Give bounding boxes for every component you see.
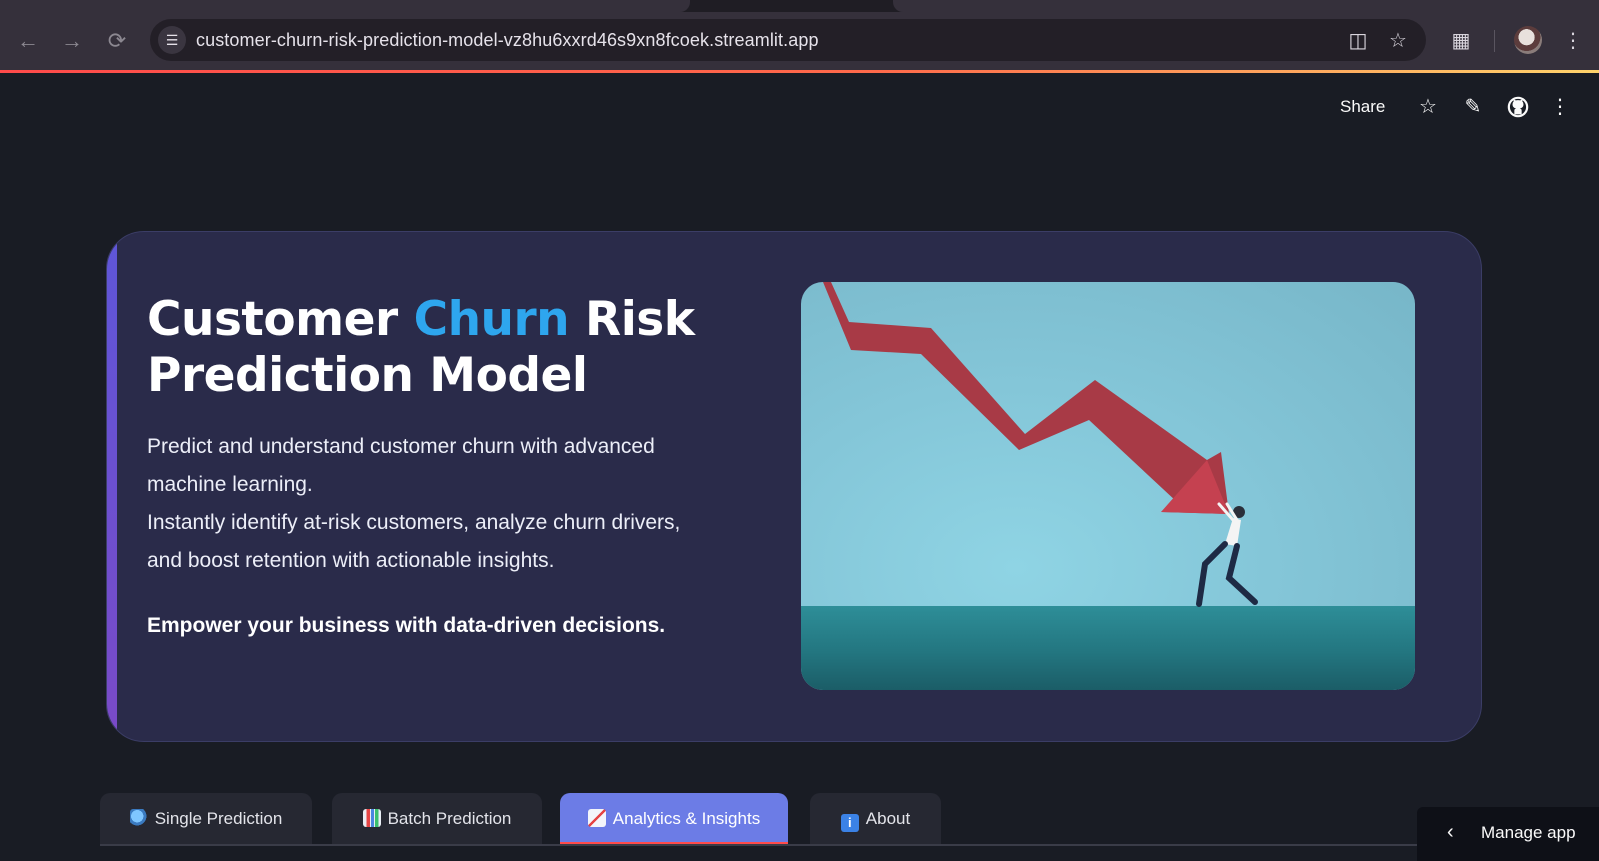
info-icon: i: [840, 814, 859, 832]
site-info-icon[interactable]: ☰: [158, 26, 186, 54]
churn-illustration: [801, 282, 1415, 690]
toolbar-divider: [1494, 30, 1495, 52]
falling-arrow-graphic: [823, 282, 1258, 607]
app-header: Share ☆ ✎ ⋮: [0, 73, 1599, 143]
back-icon[interactable]: ←: [13, 26, 43, 56]
browser-tab[interactable]: [893, 0, 1599, 12]
hero-tagline: Empower your business with data-driven d…: [147, 614, 666, 637]
title-highlight: Churn: [413, 292, 570, 347]
manage-app-label: Manage app: [1481, 823, 1576, 842]
install-app-icon[interactable]: ◫: [1346, 29, 1370, 53]
hero-description: Predict and understand customer churn wi…: [147, 428, 707, 580]
tab-label: About: [865, 809, 911, 828]
hero-accent-bar: [107, 232, 117, 741]
browser-toolbar: ← → ⟳ ☰ customer-churn-risk-prediction-m…: [0, 12, 1599, 71]
profile-avatar[interactable]: [1514, 26, 1542, 54]
title-part1: Customer: [147, 292, 414, 347]
url-text[interactable]: customer-churn-risk-prediction-model-vz8…: [196, 30, 819, 51]
main-tabs: Single Prediction Batch Prediction Analy…: [100, 793, 1400, 845]
trend-chart-icon: [587, 809, 606, 827]
hero-card: Customer Churn Risk Prediction Model Pred…: [106, 231, 1482, 742]
tab-analytics-insights[interactable]: Analytics & Insights: [560, 793, 788, 845]
browser-menu-kebab-icon[interactable]: ⋮: [1558, 26, 1588, 56]
title-part2: Risk: [569, 292, 695, 347]
github-icon[interactable]: [1504, 93, 1532, 121]
bookmark-star-icon[interactable]: ☆: [1386, 29, 1410, 53]
app-menu-kebab-icon[interactable]: ⋮: [1546, 93, 1574, 121]
magnifier-icon: [129, 809, 148, 827]
reload-icon[interactable]: ⟳: [102, 26, 132, 56]
title-line2: Prediction Model: [147, 348, 588, 403]
page-title: Customer Churn Risk Prediction Model: [147, 292, 707, 404]
tab-label: Single Prediction: [154, 809, 283, 828]
extensions-puzzle-icon[interactable]: ▦: [1446, 26, 1476, 56]
favorite-star-icon[interactable]: ☆: [1414, 93, 1442, 121]
browser-tab[interactable]: [0, 0, 690, 12]
manage-app-button[interactable]: ‹ Manage app: [1417, 807, 1599, 861]
tab-batch-prediction[interactable]: Batch Prediction: [332, 793, 542, 845]
chevron-left-icon: ‹: [1447, 821, 1454, 843]
bar-chart-icon: [362, 809, 381, 827]
tab-label: Analytics & Insights: [612, 809, 761, 828]
share-button[interactable]: Share: [1340, 97, 1385, 117]
address-bar[interactable]: ☰ customer-churn-risk-prediction-model-v…: [150, 19, 1426, 61]
tab-about[interactable]: i About: [810, 793, 941, 845]
tabs-divider: [100, 844, 1420, 846]
tab-label: Batch Prediction: [387, 809, 512, 828]
tab-single-prediction[interactable]: Single Prediction: [100, 793, 312, 845]
description-line2: Instantly identify at-risk customers, an…: [147, 511, 681, 572]
edit-pencil-icon[interactable]: ✎: [1459, 93, 1487, 121]
description-line1: Predict and understand customer churn wi…: [147, 435, 655, 496]
browser-tab-strip: [0, 0, 1599, 12]
forward-icon[interactable]: →: [57, 26, 87, 56]
